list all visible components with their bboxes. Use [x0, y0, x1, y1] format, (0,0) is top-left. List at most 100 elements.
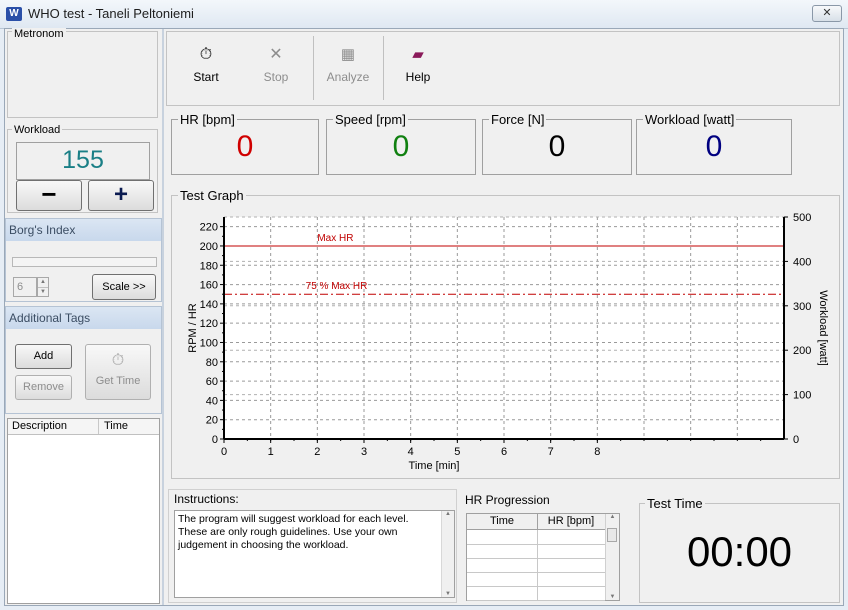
instructions-label: Instructions: — [174, 492, 239, 506]
column-time[interactable]: Time — [104, 420, 128, 432]
speed-readout: Speed [rpm] 0 — [326, 112, 476, 175]
get-time-button[interactable]: ⏱ Get Time — [85, 344, 151, 400]
x-tick-label: 5 — [454, 446, 460, 458]
metronom-group: Metronom — [7, 28, 158, 118]
chevron-down-icon[interactable]: ▼ — [442, 591, 454, 597]
hr-progression-label: HR Progression — [465, 493, 550, 507]
borg-spin-arrows[interactable]: ▲ ▼ — [37, 277, 49, 297]
help-button[interactable]: ▰ Help — [389, 46, 447, 84]
remove-tag-button[interactable]: Remove — [15, 375, 72, 400]
y2-tick-label: 300 — [793, 301, 811, 313]
column-divider — [537, 558, 538, 572]
y2-tick-label: 500 — [793, 212, 811, 224]
force-label: Force [N] — [489, 112, 547, 127]
hr-readout: HR [bpm] 0 — [171, 112, 319, 175]
y-tick-label: 0 — [212, 434, 218, 446]
workload-watt-value: 0 — [705, 130, 723, 163]
table-row[interactable] — [467, 544, 605, 559]
scale-button[interactable]: Scale >> — [92, 274, 156, 300]
borg-panel: Borg's Index 6 ▲ ▼ Scale >> — [5, 218, 162, 302]
workload-watt-label: Workload [watt] — [643, 112, 737, 127]
workload-value: 155 — [16, 142, 150, 180]
y2-tick-label: 100 — [793, 390, 811, 402]
test-graph-chart: Max HR75 % Max HR02040608010012014016018… — [187, 212, 829, 472]
help-label: Help — [405, 70, 431, 84]
force-readout: Force [N] 0 — [482, 112, 632, 175]
y2-tick-label: 400 — [793, 256, 811, 268]
table-row[interactable] — [467, 558, 605, 573]
test-graph-group: Test Graph Max HR 75 % Max HR 0 20 40 60 80 100… — [171, 188, 840, 479]
stopwatch-icon: ⏱ — [111, 352, 125, 369]
chevron-down-icon[interactable]: ▼ — [606, 594, 619, 600]
test-time-label: Test Time — [645, 496, 705, 511]
table-row[interactable] — [467, 572, 605, 587]
column-hr[interactable]: HR [bpm] — [538, 515, 604, 527]
toolbar-separator — [313, 36, 314, 100]
y-axis-label: RPM / HR — [187, 303, 199, 353]
toolbar: ⏱ Start ✕ Stop ▦ Analyze ▰ Help — [166, 31, 840, 106]
stop-icon: ✕ — [269, 46, 283, 63]
toolbar-separator — [383, 36, 384, 100]
y-tick-label: 200 — [200, 241, 218, 253]
chevron-up-icon[interactable]: ▲ — [442, 511, 454, 517]
client-area: Metronom Workload 155 − + Borg's Index 6… — [4, 28, 844, 606]
analyze-button[interactable]: ▦ Analyze — [319, 46, 377, 84]
hr-table-body — [467, 530, 605, 601]
x-tick-label: 7 — [548, 446, 554, 458]
y-tick-label: 60 — [206, 376, 218, 388]
y-tick-label: 160 — [200, 280, 218, 292]
app-icon: W — [6, 7, 22, 21]
borg-label: Borg's Index — [6, 219, 161, 241]
close-button[interactable]: ✕ — [812, 5, 842, 22]
y-tick-label: 20 — [206, 415, 218, 427]
table-row[interactable] — [467, 530, 605, 545]
y2-tick-label: 200 — [793, 345, 811, 357]
x-tick-label: 6 — [501, 446, 507, 458]
hr-label: HR [bpm] — [178, 112, 237, 127]
instructions-text: The program will suggest workload for ea… — [178, 513, 409, 551]
chevron-up-icon[interactable]: ▲ — [606, 514, 619, 520]
force-value: 0 — [548, 130, 566, 163]
instructions-scrollbar[interactable]: ▲ ▼ — [441, 511, 454, 597]
workload-label: Workload — [12, 124, 63, 136]
start-button[interactable]: ⏱ Start — [177, 46, 235, 84]
splitter[interactable] — [162, 29, 164, 605]
chevron-down-icon[interactable]: ▼ — [38, 288, 48, 297]
instructions-textbox[interactable]: The program will suggest workload for ea… — [174, 510, 455, 598]
table-row[interactable] — [467, 586, 605, 601]
stop-label: Stop — [263, 70, 289, 84]
y-tick-label: 40 — [206, 395, 218, 407]
help-book-icon: ▰ — [412, 46, 424, 63]
borg-spin-input[interactable]: 6 — [13, 277, 37, 297]
workload-decrease-button[interactable]: − — [16, 180, 82, 211]
analyze-icon: ▦ — [340, 46, 356, 63]
workload-watt-readout: Workload [watt] 0 — [636, 112, 792, 175]
y-tick-label: 80 — [206, 357, 218, 369]
speed-value: 0 — [392, 130, 410, 163]
tags-label: Additional Tags — [6, 307, 161, 329]
workload-group: Workload 155 − + — [7, 124, 158, 213]
add-tag-button[interactable]: Add — [15, 344, 72, 369]
chevron-up-icon[interactable]: ▲ — [38, 278, 48, 288]
reference-line-label: Max HR — [317, 233, 353, 244]
column-divider — [537, 586, 538, 600]
tags-list[interactable]: Description Time — [7, 418, 160, 604]
x-tick-label: 1 — [268, 446, 274, 458]
scroll-thumb[interactable] — [607, 528, 617, 542]
hr-progression-table[interactable]: Time HR [bpm] ▲ ▼ — [466, 513, 620, 601]
test-time-value: 00:00 — [686, 528, 793, 575]
column-description[interactable]: Description — [12, 420, 67, 432]
metronom-label: Metronom — [12, 28, 66, 40]
x-axis-label: Time [min] — [409, 460, 460, 472]
hr-table-header: Time HR [bpm] — [467, 514, 605, 530]
column-time[interactable]: Time — [467, 515, 537, 527]
y-tick-label: 100 — [200, 337, 218, 349]
x-tick-label: 2 — [314, 446, 320, 458]
hr-table-scrollbar[interactable]: ▲ ▼ — [605, 514, 619, 600]
stop-button[interactable]: ✕ Stop — [247, 46, 305, 84]
y-tick-label: 180 — [200, 260, 218, 272]
workload-increase-button[interactable]: + — [88, 180, 154, 211]
x-tick-label: 3 — [361, 446, 367, 458]
column-divider — [98, 419, 99, 434]
y2-tick-label: 0 — [793, 434, 799, 446]
